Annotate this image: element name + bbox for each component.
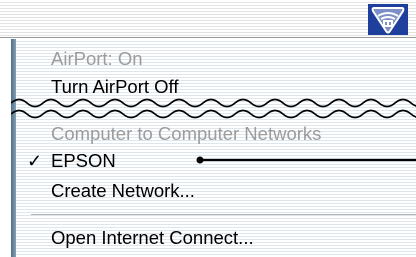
callout-pointer bbox=[196, 156, 416, 164]
